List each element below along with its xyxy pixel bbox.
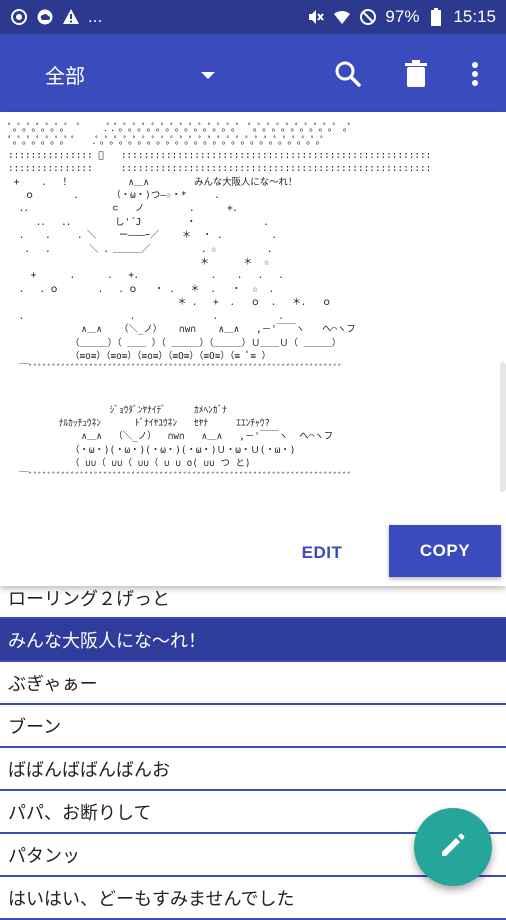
status-more-text: ...: [88, 7, 103, 26]
dropdown-arrow-icon[interactable]: [200, 66, 216, 85]
battery-percent: 97%: [385, 7, 420, 26]
warning-icon: [62, 8, 80, 26]
list-item[interactable]: ブーン: [0, 705, 506, 748]
target-icon: [10, 8, 28, 26]
clock: 15:15: [453, 7, 496, 26]
category-selector[interactable]: 全部: [45, 60, 85, 89]
do-not-disturb-icon: [359, 8, 377, 26]
more-vert-icon[interactable]: [455, 54, 495, 94]
mute-icon: [307, 8, 325, 26]
list-item[interactable]: ぶぎゃぁー: [0, 662, 506, 705]
list-item[interactable]: はいはい、どーもすみませんでした: [0, 877, 506, 920]
edit-button[interactable]: EDIT: [294, 535, 350, 571]
trash-icon[interactable]: [396, 54, 436, 94]
cloud-sync-icon: [36, 8, 54, 26]
edit-fab-button[interactable]: [414, 808, 492, 886]
ascii-art-text: ﾟ｡ﾟ｡ﾟ｡ﾟ｡ﾟ｡ﾟ｡ﾟ ﾟ .ﾟ.ﾟ｡ﾟ｡ﾟ｡ﾟ｡ﾟ｡ﾟ｡ﾟ｡ﾟ｡ﾟ｡ﾟ｡ﾟ…: [8, 123, 432, 483]
search-icon[interactable]: [328, 54, 368, 94]
copy-button[interactable]: COPY: [389, 525, 501, 577]
scroll-indicator[interactable]: [500, 362, 506, 492]
list-item[interactable]: みんな大阪人にな～れ！: [0, 619, 506, 662]
battery-icon: [427, 8, 445, 26]
list-item[interactable]: ばばんばばんばんお: [0, 748, 506, 791]
status-bar: ... 97% 15:15: [0, 0, 506, 34]
wifi-icon: [333, 8, 351, 26]
ascii-art-preview-card: ﾟ｡ﾟ｡ﾟ｡ﾟ｡ﾟ｡ﾟ｡ﾟ ﾟ .ﾟ.ﾟ｡ﾟ｡ﾟ｡ﾟ｡ﾟ｡ﾟ｡ﾟ｡ﾟ｡ﾟ｡ﾟ｡ﾟ…: [0, 112, 506, 586]
pencil-icon: [438, 830, 468, 864]
app-bar: 全部: [0, 34, 506, 112]
